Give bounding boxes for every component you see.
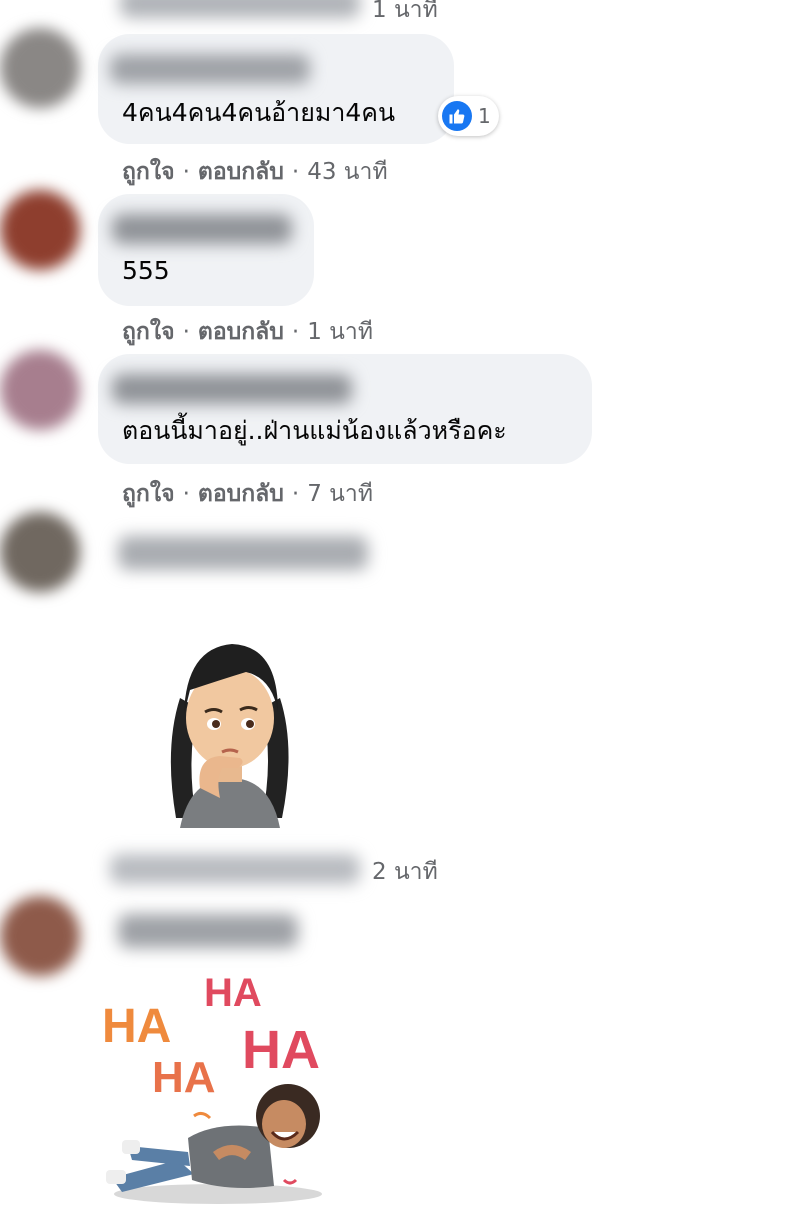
reply-link[interactable]: ตอบกลับ [198,319,284,345]
avatar[interactable] [0,896,80,976]
commenter-name-blurred[interactable] [118,914,298,948]
comment-time[interactable]: 1 นาที [307,319,373,345]
avatar[interactable] [0,512,80,592]
comment-time[interactable]: 1 นาที [372,0,438,28]
like-reaction-icon [442,101,472,131]
comment-time[interactable]: 2 นาที [372,854,438,890]
separator-dot: · [182,481,190,507]
comment-actions: ถูกใจ · ตอบกลับ · 43 นาที [122,154,388,190]
comment-time[interactable]: 43 นาที [307,159,387,185]
comment-text: 4คน4คน4คนอ้ายมา4คน [122,98,396,127]
commenter-name-blurred[interactable] [112,374,352,404]
sticker-text: HA [152,1053,216,1102]
comment-actions: ถูกใจ · ตอบกลับ · 7 นาที [122,476,373,512]
separator-dot: · [291,319,300,345]
thinking-avatar-sticker [170,644,289,828]
comment-time[interactable]: 7 นาที [307,481,373,507]
blurred-meta-links [120,0,360,18]
like-link[interactable]: ถูกใจ [122,481,175,507]
sticker-text: HA [204,971,262,1015]
like-link[interactable]: ถูกใจ [122,159,175,185]
haha-avatar-sticker: HA HA HA HA [102,971,322,1204]
avatar[interactable] [0,28,80,108]
like-link[interactable]: ถูกใจ [122,319,175,345]
reply-link[interactable]: ตอบกลับ [198,159,284,185]
avatar[interactable] [0,190,80,270]
reaction-summary[interactable]: 1 [438,96,499,136]
comment-text: ตอนนี้มาอยู่..ฝ่านแม่น้องแล้วหรือคะ [122,416,507,445]
comment-bubble [98,194,314,306]
sticker-text: HA [102,1000,171,1053]
reaction-count: 1 [478,104,491,128]
comment-text: 555 [122,256,170,285]
blurred-meta-links [110,854,360,884]
sticker-text: HA [242,1020,320,1080]
separator-dot: · [182,319,190,345]
avatar[interactable] [0,350,80,430]
separator-dot: · [291,159,300,185]
commenter-name-blurred[interactable] [110,54,310,84]
comment-actions: ถูกใจ · ตอบกลับ · 1 นาที [122,314,373,350]
separator-dot: · [291,481,300,507]
separator-dot: · [182,159,190,185]
reply-link[interactable]: ตอบกลับ [198,481,284,507]
commenter-name-blurred[interactable] [118,536,368,570]
commenter-name-blurred[interactable] [112,214,292,244]
